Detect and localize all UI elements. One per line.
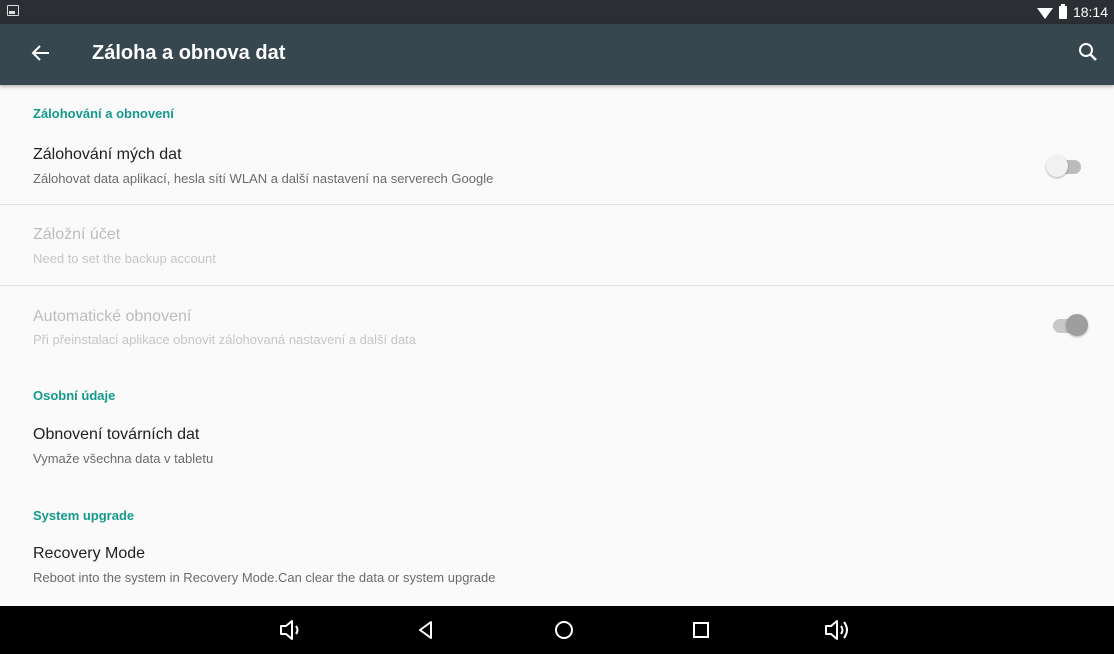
notification-icon [7, 5, 19, 16]
divider [0, 285, 1114, 286]
app-bar: Záloha a obnova dat [0, 24, 1114, 85]
divider [0, 204, 1114, 205]
backup-account-item[interactable]: Záložní účet Need to set the backup acco… [0, 215, 1114, 285]
item-title: Recovery Mode [33, 545, 146, 562]
back-arrow-icon[interactable] [28, 40, 54, 66]
section-header-backup: Zálohování a obnovení [33, 106, 174, 121]
item-summary: Need to set the backup account [33, 251, 216, 266]
recovery-mode-item[interactable]: Recovery Mode Reboot into the system in … [0, 536, 1114, 602]
battery-icon [1058, 3, 1067, 19]
toggle-thumb [1046, 155, 1068, 177]
auto-restore-item[interactable]: Automatické obnovení Při přeinstalaci ap… [0, 296, 1114, 364]
back-icon[interactable] [402, 606, 450, 654]
wifi-icon [1036, 7, 1053, 19]
toggle-thumb [1066, 314, 1088, 336]
search-icon[interactable] [1076, 40, 1100, 64]
page-title: Záloha a obnova dat [92, 42, 286, 64]
item-title: Automatické obnovení [33, 308, 192, 325]
status-bar: 18:14 [0, 0, 1114, 24]
navigation-bar [0, 606, 1114, 654]
item-title: Zálohování mých dat [33, 146, 182, 163]
item-summary: Při přeinstalaci aplikace obnovit záloho… [33, 332, 417, 347]
home-icon[interactable] [540, 606, 588, 654]
factory-reset-item[interactable]: Obnovení továrních dat Vymaže všechna da… [0, 416, 1114, 482]
volume-down-icon[interactable] [266, 606, 314, 654]
auto-restore-toggle[interactable] [1050, 314, 1088, 338]
item-summary: Vymaže všechna data v tabletu [33, 451, 214, 466]
recents-icon[interactable] [677, 606, 725, 654]
status-icons: 18:14 [1036, 0, 1108, 24]
clock: 18:14 [1072, 4, 1108, 20]
item-title: Záložní účet [33, 226, 121, 243]
volume-up-icon[interactable] [811, 606, 859, 654]
item-summary: Reboot into the system in Recovery Mode.… [33, 570, 496, 585]
backup-my-data-item[interactable]: Zálohování mých dat Zálohovat data aplik… [0, 136, 1114, 204]
item-title: Obnovení továrních dat [33, 426, 200, 443]
section-header-personal: Osobní údaje [33, 388, 116, 403]
item-summary: Zálohovat data aplikací, hesla sítí WLAN… [33, 171, 494, 186]
section-header-system-upgrade: System upgrade [33, 508, 135, 523]
backup-toggle[interactable] [1046, 155, 1084, 179]
